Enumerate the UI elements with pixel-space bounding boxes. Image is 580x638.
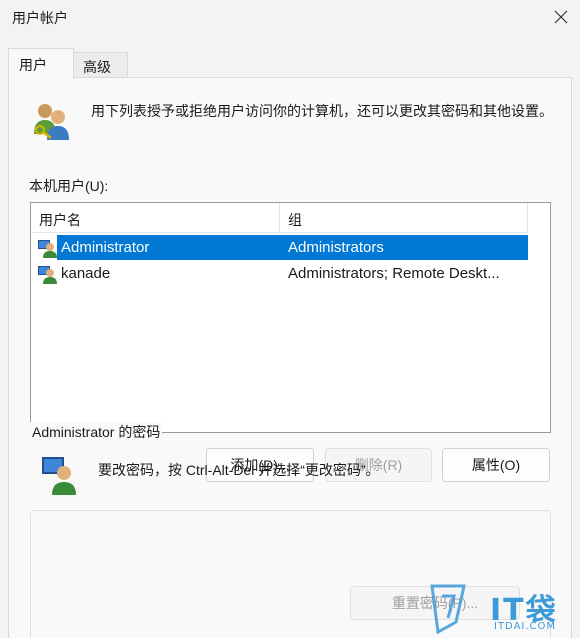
column-divider[interactable]: [279, 203, 280, 233]
column-header-username[interactable]: 用户名: [39, 210, 81, 230]
table-row[interactable]: Administrator Administrators: [31, 235, 528, 260]
column-divider[interactable]: [527, 203, 528, 233]
cell-username: Administrator: [61, 239, 150, 256]
user-accounts-dialog: 用户帐户 用户 高级 用下列表授予或拒绝用户访问你的计算机，还可以更改其密码和其…: [0, 0, 580, 638]
user-monitor-icon: [42, 457, 76, 495]
users-tab-panel: 用下列表授予或拒绝用户访问你的计算机，还可以更改其密码和其他设置。 本机用户(U…: [8, 77, 572, 638]
tab-users-label: 用户: [19, 57, 47, 73]
window-title: 用户帐户: [12, 10, 68, 26]
user-icon: [38, 240, 57, 258]
cell-group: Administrators; Remote Deskt...: [288, 265, 500, 282]
intro-text: 用下列表授予或拒绝用户访问你的计算机，还可以更改其密码和其他设置。: [91, 103, 553, 119]
column-header-group[interactable]: 组: [288, 210, 302, 230]
listview-header: 用户名 组: [31, 203, 528, 233]
table-row[interactable]: kanade Administrators; Remote Deskt...: [31, 261, 528, 286]
close-icon: [554, 10, 568, 24]
tab-strip: 用户 高级: [8, 48, 572, 79]
users-icon: [34, 104, 69, 140]
tab-advanced[interactable]: 高级: [72, 52, 128, 78]
titlebar: 用户帐户: [0, 0, 580, 36]
close-button[interactable]: [548, 4, 574, 30]
tab-users[interactable]: 用户: [8, 48, 74, 79]
password-group-title: Administrator 的密码: [30, 422, 163, 442]
tab-advanced-label: 高级: [83, 59, 111, 75]
cell-username: kanade: [61, 265, 111, 282]
properties-button[interactable]: 属性(O): [442, 448, 550, 482]
watermark-url: ITDAI.COM: [494, 621, 557, 632]
password-instructions: 要改密码，按 Ctrl-Alt-Del 并选择“更改密码”。: [98, 462, 380, 478]
user-icon: [38, 266, 57, 284]
users-list-label: 本机用户(U):: [29, 178, 109, 194]
cell-group: Administrators: [288, 239, 384, 256]
users-listview[interactable]: 用户名 组 Administrator Administrators kanad…: [30, 202, 551, 433]
